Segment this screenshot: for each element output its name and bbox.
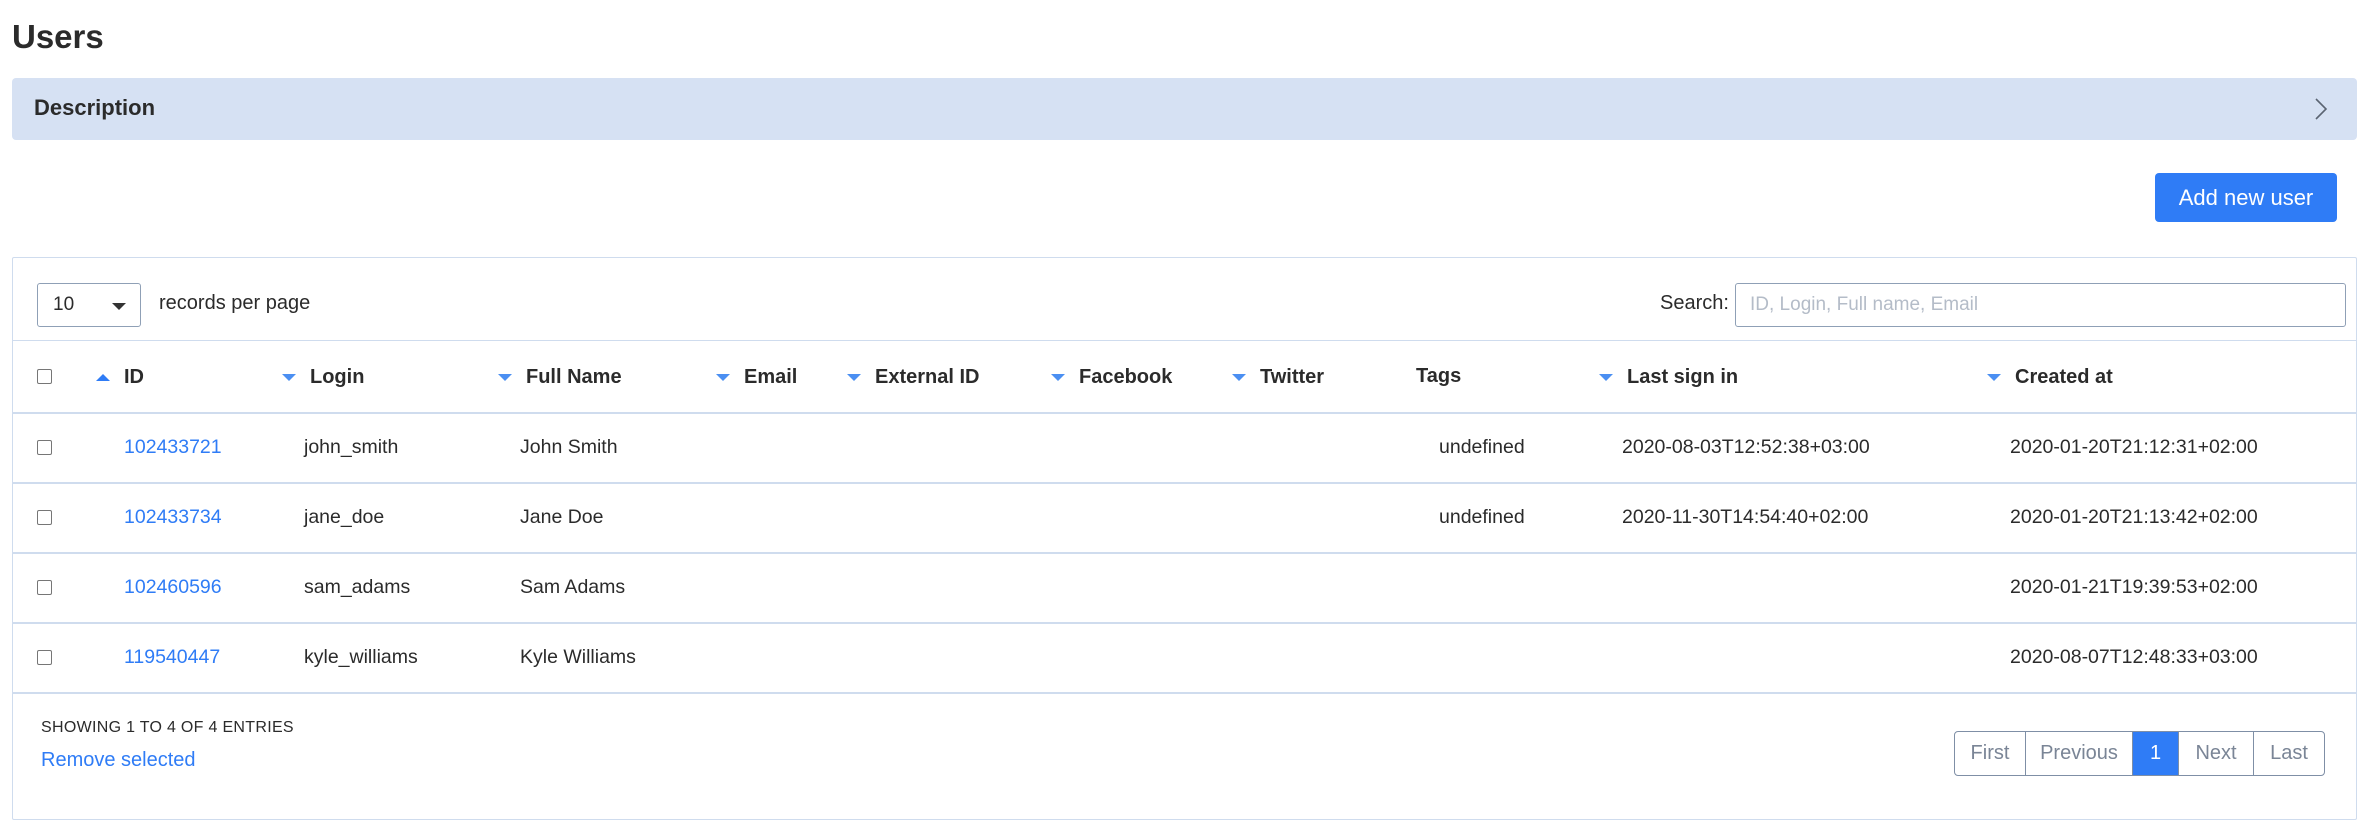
login-cell: sam_adams	[304, 576, 411, 598]
caret-down-icon	[112, 303, 126, 310]
twitter-cell	[1232, 553, 1416, 623]
user-id-link[interactable]: 102460596	[124, 576, 222, 598]
email-cell	[716, 413, 847, 483]
column-header-tags: Tags	[1416, 364, 1462, 387]
last-sign-in-cell: 2020-11-30T14:54:40+02:00	[1622, 506, 1869, 528]
pagination-next-button[interactable]: Next	[2179, 732, 2254, 775]
page-title: Users	[12, 18, 104, 55]
full-name-cell: Sam Adams	[520, 576, 626, 598]
row-checkbox[interactable]	[37, 650, 52, 666]
pagination-first-button[interactable]: First	[1955, 732, 2026, 775]
last-sign-in-cell: 2020-08-03T12:52:38+03:00	[1622, 436, 1870, 458]
row-checkbox[interactable]	[37, 580, 52, 596]
facebook-cell	[1051, 623, 1232, 693]
row-checkbox[interactable]	[37, 440, 52, 456]
user-id-link[interactable]: 102433734	[124, 506, 222, 528]
records-per-page-value: 10	[53, 294, 75, 315]
sort-icon	[716, 373, 730, 381]
tags-cell: undefined	[1439, 506, 1525, 528]
full-name-cell: Jane Doe	[520, 506, 604, 528]
column-header-full-name[interactable]: Full Name	[497, 341, 716, 413]
users-table: ID Login Full Name Email External ID Fac…	[13, 340, 2356, 694]
description-label: Description	[34, 95, 156, 120]
sort-icon	[1051, 373, 1065, 381]
sort-icon	[1599, 373, 1613, 381]
facebook-cell	[1051, 553, 1232, 623]
table-row: 102460596 sam_adams Sam Adams 2020-01-21…	[13, 553, 2356, 623]
login-cell: john_smith	[304, 436, 399, 458]
sort-icon	[498, 373, 512, 381]
tags-cell: undefined	[1439, 436, 1525, 458]
login-cell: kyle_williams	[304, 646, 418, 668]
description-accordion[interactable]: Description	[12, 78, 2357, 140]
email-cell	[716, 483, 847, 553]
full-name-cell: John Smith	[520, 436, 618, 458]
remove-selected-link[interactable]: Remove selected	[41, 749, 196, 772]
column-header-last-sign-in[interactable]: Last sign in	[1599, 341, 1987, 413]
table-row: 119540447 kyle_williams Kyle Williams 20…	[13, 623, 2356, 693]
created-at-cell: 2020-01-20T21:13:42+02:00	[2010, 506, 2258, 528]
users-table-panel: 10 records per page Search: ID Login Ful…	[12, 257, 2357, 820]
column-header-facebook[interactable]: Facebook	[1051, 341, 1232, 413]
twitter-cell	[1232, 413, 1416, 483]
entries-info: SHOWING 1 TO 4 OF 4 ENTRIES	[41, 719, 294, 736]
records-per-page-select[interactable]: 10	[37, 283, 141, 327]
created-at-cell: 2020-08-07T12:48:33+03:00	[2010, 646, 2258, 668]
sort-icon	[1232, 373, 1246, 381]
last-sign-in-cell	[1599, 553, 1987, 623]
sort-icon	[847, 373, 861, 381]
email-cell	[716, 623, 847, 693]
chevron-right-icon	[2315, 98, 2328, 120]
select-all-checkbox[interactable]	[37, 368, 52, 384]
pagination-page-button[interactable]: 1	[2133, 732, 2179, 775]
add-new-user-button[interactable]: Add new user	[2155, 173, 2337, 222]
user-id-link[interactable]: 102433721	[124, 436, 222, 458]
sort-icon	[282, 373, 296, 381]
tags-cell	[1416, 623, 1599, 693]
facebook-cell	[1051, 413, 1232, 483]
facebook-cell	[1051, 483, 1232, 553]
pagination-previous-button[interactable]: Previous	[2026, 732, 2133, 775]
tags-cell	[1416, 553, 1599, 623]
column-header-twitter[interactable]: Twitter	[1232, 341, 1416, 413]
email-cell	[716, 553, 847, 623]
pagination: First Previous 1 Next Last	[1954, 731, 2325, 776]
full-name-cell: Kyle Williams	[520, 646, 636, 668]
external-id-cell	[847, 483, 1051, 553]
created-at-cell: 2020-01-20T21:12:31+02:00	[2010, 436, 2258, 458]
column-header-id[interactable]: ID	[86, 341, 281, 413]
column-header-email[interactable]: Email	[716, 341, 847, 413]
column-header-created-at[interactable]: Created at	[1987, 341, 2356, 413]
table-row: 102433734 jane_doe Jane Doe undefined 20…	[13, 483, 2356, 553]
user-id-link[interactable]: 119540447	[124, 646, 220, 668]
twitter-cell	[1232, 623, 1416, 693]
last-sign-in-cell	[1599, 623, 1987, 693]
login-cell: jane_doe	[304, 506, 385, 528]
sort-ascending-icon	[96, 373, 110, 381]
pagination-last-button[interactable]: Last	[2254, 732, 2324, 775]
search-input[interactable]	[1735, 283, 2346, 327]
external-id-cell	[847, 413, 1051, 483]
search-label: Search:	[1660, 292, 1729, 314]
column-header-external-id[interactable]: External ID	[847, 341, 1051, 413]
twitter-cell	[1232, 483, 1416, 553]
sort-icon	[1987, 373, 2001, 381]
external-id-cell	[847, 553, 1051, 623]
external-id-cell	[847, 623, 1051, 693]
records-per-page-label: records per page	[159, 292, 311, 314]
column-header-login[interactable]: Login	[281, 341, 497, 413]
table-row: 102433721 john_smith John Smith undefine…	[13, 413, 2356, 483]
created-at-cell: 2020-01-21T19:39:53+02:00	[2010, 576, 2258, 598]
table-header-row: ID Login Full Name Email External ID Fac…	[13, 340, 2356, 413]
row-checkbox[interactable]	[37, 510, 52, 526]
